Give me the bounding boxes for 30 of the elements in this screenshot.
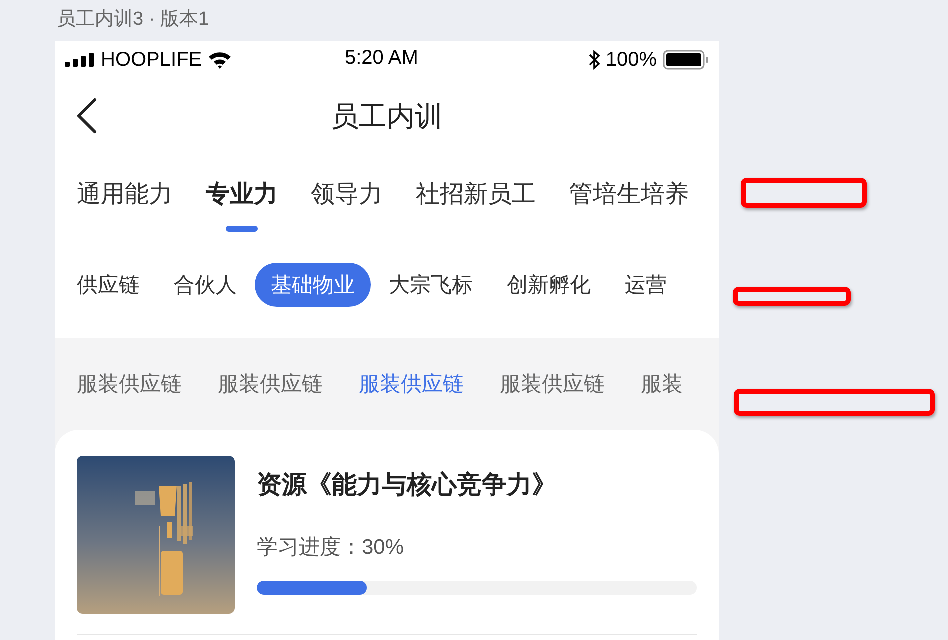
- nav-title: 员工内训: [331, 100, 443, 134]
- category-tab[interactable]: 领导力: [311, 178, 383, 218]
- subcategory-tab[interactable]: 服装供应链: [359, 370, 464, 398]
- tab-indicator: [226, 226, 258, 232]
- category-tab[interactable]: 管培生培养: [569, 178, 689, 218]
- category-tab[interactable]: 社招新员工: [416, 178, 536, 218]
- wifi-icon: [208, 51, 232, 69]
- filter-chip[interactable]: 运营: [609, 263, 683, 307]
- subcategory-tab[interactable]: 服装供应链: [500, 370, 605, 398]
- category-tab[interactable]: 通用能力: [77, 178, 173, 218]
- subcategory-tab[interactable]: 服装: [641, 370, 683, 398]
- filter-chip[interactable]: 创新孵化: [491, 263, 607, 307]
- subcategory-tab[interactable]: 服装供应链: [218, 370, 323, 398]
- subcategory-tab[interactable]: 服装供应链: [77, 370, 182, 398]
- category-tab[interactable]: 专业力: [206, 178, 278, 218]
- battery-icon: [663, 50, 709, 70]
- course-title: 资源《能力与核心竞争力》: [257, 470, 558, 501]
- progress-label: 学习进度：30%: [257, 535, 406, 561]
- page-caption: 员工内训3 · 版本1: [57, 8, 210, 32]
- back-icon[interactable]: [76, 98, 98, 134]
- battery-percent: 100%: [606, 48, 657, 72]
- course-card[interactable]: 资源《能力与核心竞争力》 学习进度：30%: [55, 430, 719, 640]
- signal-icon: [65, 53, 95, 67]
- bluetooth-icon: [588, 50, 600, 70]
- carrier-name: HOOPLIFE: [101, 48, 202, 72]
- filter-chip[interactable]: 供应链: [61, 263, 156, 307]
- status-time: 5:20 AM: [345, 47, 418, 70]
- filter-chip[interactable]: 大宗飞标: [373, 263, 489, 307]
- filter-chip[interactable]: 合伙人: [158, 263, 253, 307]
- filter-chip[interactable]: 基础物业: [255, 263, 371, 307]
